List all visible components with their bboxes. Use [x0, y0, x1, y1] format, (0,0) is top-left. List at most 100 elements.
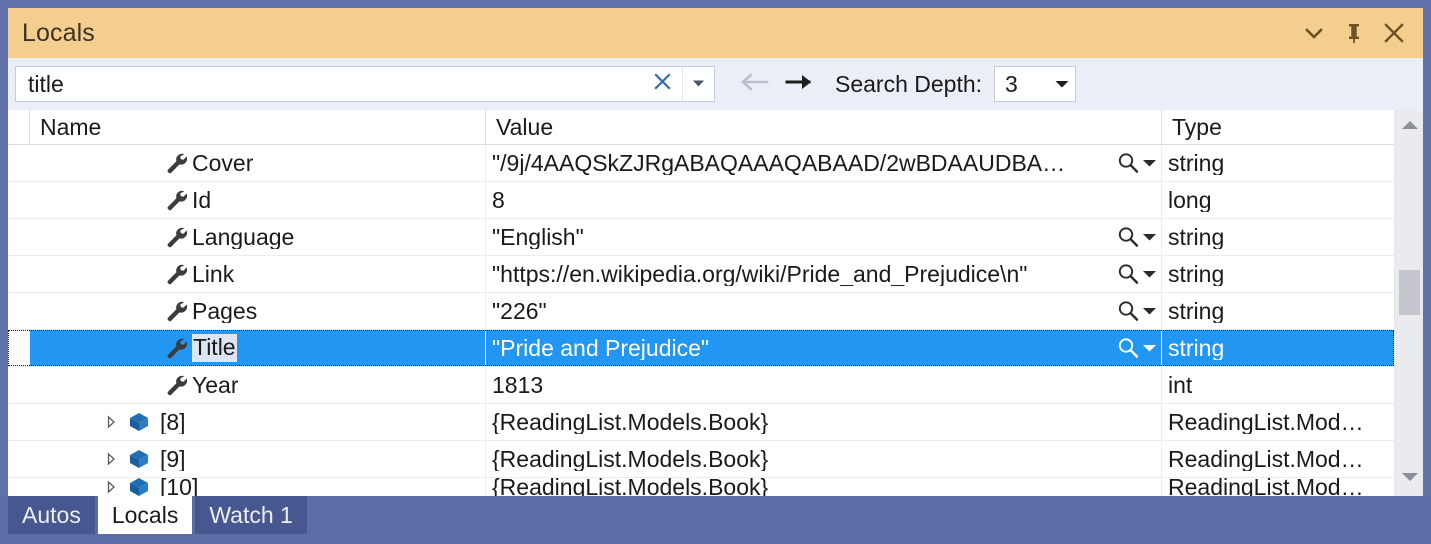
close-button[interactable]	[1375, 14, 1413, 52]
table-row[interactable]: [9] {ReadingList.Models.Book} ReadingList.…	[8, 441, 1394, 478]
value-cell[interactable]: {ReadingList.Models.Book}	[486, 441, 1162, 477]
value-cell[interactable]: 8	[486, 182, 1162, 218]
variable-type: string	[1168, 151, 1225, 175]
value-visualizer-group[interactable]	[1116, 336, 1161, 360]
row-indent	[8, 219, 30, 255]
table-row[interactable]: Id 8 long	[8, 182, 1394, 219]
variable-value: "Pride and Prejudice"	[492, 336, 710, 360]
vertical-scrollbar[interactable]	[1394, 110, 1423, 496]
value-cell[interactable]: 1813	[486, 367, 1162, 403]
variable-name: Id	[192, 188, 212, 212]
tab-label: Autos	[22, 501, 81, 528]
name-cell[interactable]: Pages	[30, 293, 486, 329]
table-row[interactable]: Cover "/9j/4AAQSkZJRgABAQAAAQABAAD/2wBDAA…	[8, 145, 1394, 182]
close-icon	[1383, 22, 1405, 44]
expand-toggle-icon[interactable]	[98, 452, 124, 466]
name-cell[interactable]: [10]	[30, 478, 486, 496]
chevron-down-icon[interactable]	[1142, 269, 1157, 279]
tab-label: Watch 1	[209, 501, 293, 528]
magnifier-icon[interactable]	[1116, 299, 1140, 323]
wrench-icon	[162, 373, 192, 397]
tab-watch-1[interactable]: Watch 1	[195, 496, 307, 534]
type-cell: string	[1162, 293, 1394, 329]
page-title: Locals	[22, 18, 95, 47]
magnifier-icon[interactable]	[1116, 262, 1140, 286]
cube-icon	[124, 447, 154, 471]
table-row[interactable]: [8] {ReadingList.Models.Book} ReadingList.…	[8, 404, 1394, 441]
table-row[interactable]: Year 1813 int	[8, 367, 1394, 404]
search-previous-button[interactable]	[737, 67, 771, 101]
name-cell[interactable]: Link	[30, 256, 486, 292]
scroll-down-button[interactable]	[1395, 464, 1423, 494]
search-depth-value: 3	[1005, 70, 1018, 97]
window-title-bar: Locals	[8, 8, 1423, 58]
column-header-type[interactable]: Type	[1162, 110, 1394, 145]
search-depth-select[interactable]: 3	[994, 66, 1077, 102]
name-cell[interactable]: [9]	[30, 441, 486, 477]
variable-name: Year	[192, 373, 239, 397]
table-row[interactable]: Language "English" string	[8, 219, 1394, 256]
value-cell[interactable]: "English"	[486, 219, 1162, 255]
chevron-down-icon[interactable]	[1142, 232, 1157, 242]
variable-name: Title	[192, 334, 237, 362]
name-cell[interactable]: Id	[30, 182, 486, 218]
wrench-icon	[162, 188, 192, 212]
window-controls	[1295, 14, 1413, 52]
chevron-down-icon[interactable]	[1142, 343, 1157, 353]
variable-type: long	[1168, 188, 1212, 212]
column-header-value[interactable]: Value	[486, 110, 1162, 145]
value-cell[interactable]: {ReadingList.Models.Book}	[486, 404, 1162, 440]
variable-name: Cover	[192, 151, 254, 175]
scroll-up-button[interactable]	[1395, 112, 1423, 142]
table-row[interactable]: Title "Pride and Prejudice" string	[8, 330, 1394, 367]
value-visualizer-group[interactable]	[1116, 262, 1161, 286]
search-input[interactable]: title	[16, 73, 642, 96]
variable-name: Language	[192, 225, 295, 249]
value-visualizer-group[interactable]	[1116, 299, 1161, 323]
type-cell: ReadingList.Mod…	[1162, 441, 1394, 477]
name-cell[interactable]: Cover	[30, 145, 486, 181]
cube-icon	[124, 478, 154, 496]
variable-value: {ReadingList.Models.Book}	[492, 478, 769, 496]
value-cell[interactable]: "/9j/4AAQSkZJRgABAQAAAQABAAD/2wBDAAUDBA…	[486, 145, 1162, 181]
value-visualizer-group[interactable]	[1116, 151, 1161, 175]
table-row[interactable]: Link "https://en.wikipedia.org/wiki/Pride…	[8, 256, 1394, 293]
variable-name: Link	[192, 262, 235, 286]
value-cell[interactable]: {ReadingList.Models.Book}	[486, 478, 1162, 496]
search-box[interactable]: title	[15, 66, 715, 102]
arrow-left-icon	[739, 71, 769, 98]
scrollbar-thumb[interactable]	[1399, 270, 1420, 315]
expand-toggle-icon[interactable]	[98, 415, 124, 429]
wrench-icon	[162, 299, 192, 323]
name-cell[interactable]: Year	[30, 367, 486, 403]
value-visualizer-group[interactable]	[1116, 225, 1161, 249]
table-row[interactable]: [10] {ReadingList.Models.Book} ReadingList…	[8, 478, 1394, 496]
expand-toggle-icon[interactable]	[98, 480, 124, 494]
tab-locals[interactable]: Locals	[97, 496, 193, 534]
column-header-name[interactable]: Name	[30, 110, 486, 145]
row-indent	[8, 256, 30, 292]
tab-autos[interactable]: Autos	[8, 496, 95, 534]
value-cell[interactable]: "https://en.wikipedia.org/wiki/Pride_and…	[486, 256, 1162, 292]
value-cell[interactable]: "226"	[486, 293, 1162, 329]
pin-button[interactable]	[1335, 14, 1373, 52]
search-next-button[interactable]	[783, 67, 817, 101]
grid-rows: Cover "/9j/4AAQSkZJRgABAQAAAQABAAD/2wBDAA…	[8, 145, 1394, 496]
chevron-down-icon[interactable]	[1142, 158, 1157, 168]
magnifier-icon[interactable]	[1116, 336, 1140, 360]
search-navigation	[737, 67, 817, 101]
variable-type: string	[1168, 262, 1225, 286]
name-cell[interactable]: Title	[30, 330, 486, 366]
search-clear-button[interactable]	[642, 67, 682, 101]
search-options-dropdown[interactable]	[682, 67, 714, 101]
name-cell[interactable]: [8]	[30, 404, 486, 440]
variable-name: [8]	[160, 410, 186, 434]
chevron-down-icon[interactable]	[1142, 306, 1157, 316]
table-row[interactable]: Pages "226" string	[8, 293, 1394, 330]
window-dropdown-button[interactable]	[1295, 14, 1333, 52]
magnifier-icon[interactable]	[1116, 151, 1140, 175]
magnifier-icon[interactable]	[1116, 225, 1140, 249]
name-cell[interactable]: Language	[30, 219, 486, 255]
value-cell[interactable]: "Pride and Prejudice"	[486, 330, 1162, 366]
chevron-down-icon[interactable]	[1049, 67, 1075, 101]
